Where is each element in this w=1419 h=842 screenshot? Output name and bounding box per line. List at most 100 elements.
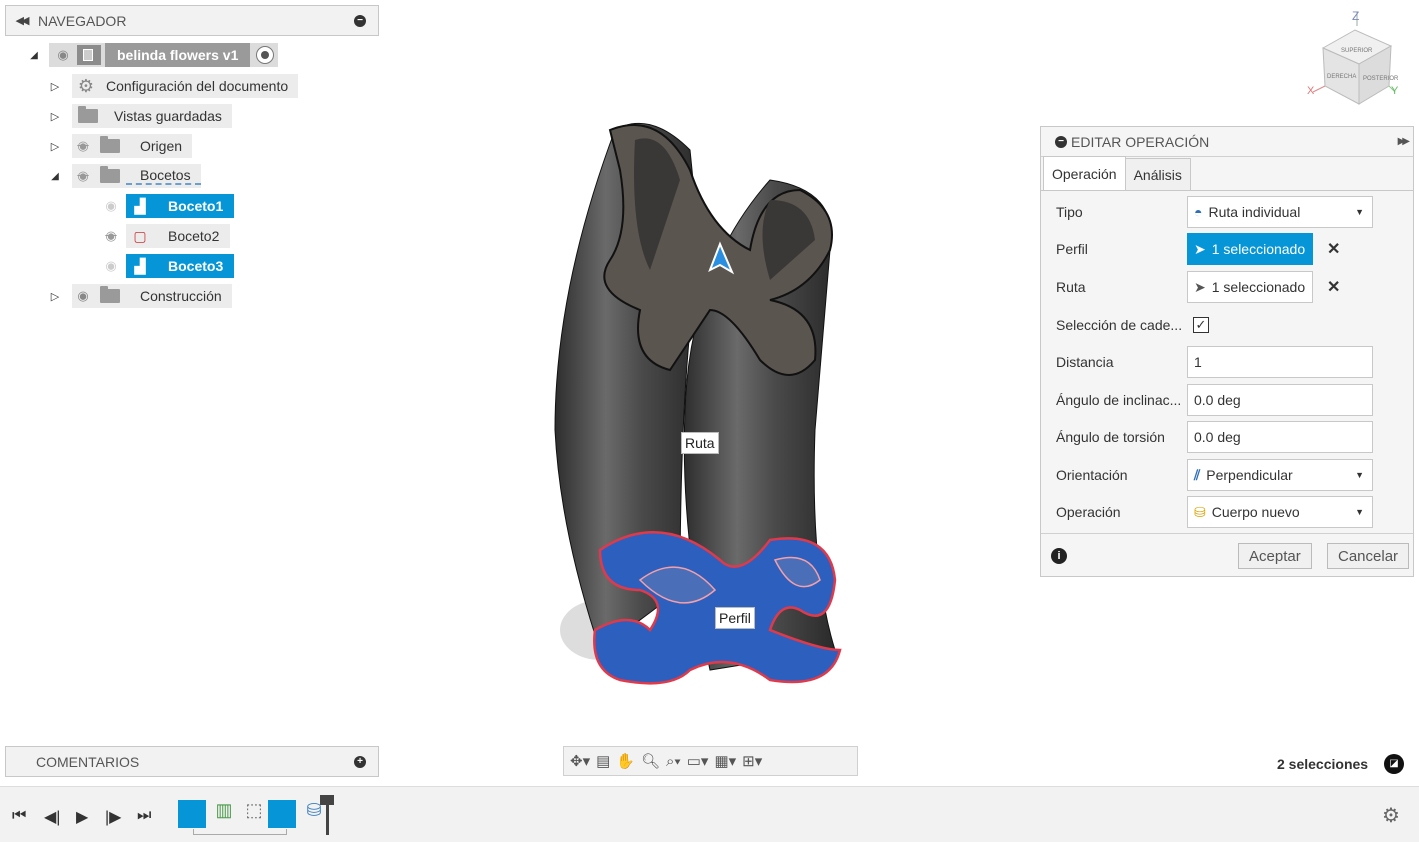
tree-item-boceto1[interactable]: ◉ ▟ Boceto1 (96, 194, 234, 218)
panel-tabs: Operación Análisis (1041, 156, 1413, 191)
play-icon[interactable]: ▶ (76, 807, 88, 827)
dropdown-arrow-icon: ▼ (1355, 507, 1364, 517)
tree-item-construccion[interactable]: ▷ ◉ Construcción (48, 284, 232, 308)
minus-icon[interactable]: − (354, 14, 366, 27)
timeline-marker-head[interactable] (320, 795, 334, 805)
path-type-icon: ◓ (1194, 204, 1203, 220)
ruta-label: Ruta (681, 432, 719, 454)
eye-icon[interactable]: ◉ (96, 258, 126, 274)
x-axis-label: X (1307, 85, 1315, 97)
clear-ruta-icon[interactable]: ✕ (1327, 277, 1340, 297)
comments-title: COMENTARIOS (36, 753, 140, 770)
fit-zoom-icon[interactable]: ⌕▾ (666, 753, 681, 770)
timeline-group-bracket (193, 829, 287, 835)
inclinacion-label: Ángulo de inclinac... (1056, 392, 1182, 408)
orbit-icon[interactable]: ✥▾ (570, 752, 590, 770)
inclinacion-input[interactable]: 0.0 deg (1187, 384, 1373, 416)
tab-operacion[interactable]: Operación (1043, 156, 1126, 190)
cube-face-right[interactable]: DERECHA (1327, 74, 1356, 80)
view-cube[interactable]: Z SUPERIOR DERECHA POSTERIOR X Y (1305, 8, 1405, 110)
eye-icon[interactable]: ◉ (49, 47, 77, 63)
tree-item-boceto3[interactable]: ◉ ▟ Boceto3 (96, 254, 234, 278)
cube-face-back[interactable]: POSTERIOR (1363, 76, 1399, 82)
torsion-label: Ángulo de torsión (1056, 429, 1165, 445)
operacion-select[interactable]: ⛁ Cuerpo nuevo ▼ (1187, 496, 1373, 528)
step-back-icon[interactable]: ◀| (44, 807, 60, 827)
z-axis-label: Z (1352, 9, 1359, 23)
go-to-end-icon[interactable]: ⏭ (137, 807, 151, 825)
comments-panel[interactable]: COMENTARIOS + (5, 746, 379, 777)
tree-item-vistas[interactable]: ▷ Vistas guardadas (48, 104, 232, 128)
grid-icon[interactable]: ▦▾ (714, 752, 736, 770)
timeline-settings-gear-icon[interactable]: ⚙ (1382, 803, 1400, 828)
component-icon (77, 45, 101, 65)
orientacion-select[interactable]: ⫽ Perpendicular ▼ (1187, 459, 1373, 491)
operacion-label: Operación (1056, 504, 1121, 520)
folder-icon (100, 136, 120, 153)
perfil-select-button[interactable]: ➤ 1 seleccionado (1187, 233, 1313, 265)
ruta-select-button[interactable]: ➤ 1 seleccionado (1187, 271, 1313, 303)
navigator-title: NAVEGADOR (38, 12, 127, 29)
folder-icon (100, 286, 120, 303)
collapsed-triangle-icon[interactable]: ▷ (48, 289, 62, 303)
tree-item-boceto2[interactable]: ◉ ▢ Boceto2 (96, 224, 230, 248)
hidden-eye-icon[interactable]: ◉ (96, 228, 126, 244)
minus-icon[interactable]: − (1055, 135, 1067, 148)
tree-label: Boceto2 (168, 228, 220, 244)
expand-right-icon[interactable]: ▶▶ (1398, 136, 1411, 147)
timeline-sketch2-icon[interactable]: ⬚ (240, 800, 268, 828)
tree-item-origen[interactable]: ▷ ◉ Origen (48, 134, 193, 158)
tab-analisis[interactable]: Análisis (1125, 158, 1191, 190)
row-cadena: Selección de cade... ✓ (1056, 309, 1396, 341)
model-viewport[interactable] (540, 110, 860, 700)
tree-root[interactable]: ◢ ◉ belinda flowers v1 (27, 43, 279, 67)
navigator-header: ◀◀ NAVEGADOR − (5, 5, 379, 36)
eye-icon[interactable]: ◉ (96, 198, 126, 214)
cancel-button[interactable]: Cancelar (1327, 543, 1410, 569)
panel-divider (1041, 533, 1413, 534)
chain-checkbox[interactable]: ✓ (1193, 317, 1209, 333)
collapse-left-icon[interactable]: ◀◀ (6, 14, 36, 27)
navigation-toolbar: ✥▾ ▤ ✋ 🔍︎ ⌕▾ ▭▾ ▦▾ ⊞▾ (563, 746, 858, 776)
activate-radio-icon[interactable] (256, 46, 275, 64)
row-tipo: Tipo ◓ Ruta individual ▼ (1056, 196, 1396, 228)
tree-item-bocetos[interactable]: ◢ ◉ Bocetos (48, 164, 201, 188)
plus-icon[interactable]: + (354, 755, 366, 768)
eye-icon[interactable]: ◉ (72, 288, 94, 304)
new-body-icon: ⛁ (1194, 503, 1206, 520)
pan-hand-icon[interactable]: ✋ (616, 752, 635, 770)
tipo-select[interactable]: ◓ Ruta individual ▼ (1187, 196, 1373, 228)
clear-perfil-icon[interactable]: ✕ (1327, 239, 1340, 259)
ruta-value: 1 seleccionado (1211, 279, 1306, 295)
panel-title: EDITAR OPERACIÓN (1071, 133, 1210, 150)
hidden-eye-icon[interactable]: ◉ (72, 138, 94, 154)
display-settings-icon[interactable]: ▭▾ (687, 752, 709, 770)
operacion-value: Cuerpo nuevo (1211, 504, 1300, 520)
tree-item-configuracion[interactable]: ▷ ⚙ Configuración del documento (48, 74, 299, 98)
filter-selection-icon[interactable]: ◪ (1384, 754, 1404, 774)
zoom-icon[interactable]: 🔍︎ (641, 752, 660, 770)
viewports-icon[interactable]: ⊞▾ (742, 752, 762, 770)
folder-icon (100, 166, 120, 183)
cube-face-top[interactable]: SUPERIOR (1341, 48, 1373, 54)
expanded-triangle-icon[interactable]: ◢ (48, 169, 62, 183)
accept-button[interactable]: Aceptar (1238, 543, 1312, 569)
torsion-input[interactable]: 0.0 deg (1187, 421, 1373, 453)
info-icon[interactable]: i (1051, 548, 1067, 564)
collapsed-triangle-icon[interactable]: ▷ (48, 139, 62, 153)
distancia-input[interactable]: 1 (1187, 346, 1373, 378)
collapsed-triangle-icon[interactable]: ▷ (48, 109, 62, 123)
go-to-start-icon[interactable]: ⏮ (12, 807, 26, 825)
perfil-label: Perfil (715, 607, 755, 629)
expanded-triangle-icon[interactable]: ◢ (27, 48, 41, 62)
step-forward-icon[interactable]: |▶ (105, 807, 121, 827)
hidden-eye-icon[interactable]: ◉ (72, 168, 94, 184)
look-at-icon[interactable]: ▤ (596, 752, 610, 770)
collapsed-triangle-icon[interactable]: ▷ (48, 79, 62, 93)
tree-label: Bocetos (126, 167, 201, 185)
timeline-sketch1-icon[interactable] (178, 800, 206, 828)
timeline-split-icon[interactable]: ▥ (210, 800, 238, 828)
timeline-sketch3-icon[interactable] (268, 800, 296, 828)
row-operacion: Operación ⛁ Cuerpo nuevo ▼ (1056, 496, 1396, 528)
panel-header: − EDITAR OPERACIÓN ▶▶ (1041, 127, 1413, 157)
